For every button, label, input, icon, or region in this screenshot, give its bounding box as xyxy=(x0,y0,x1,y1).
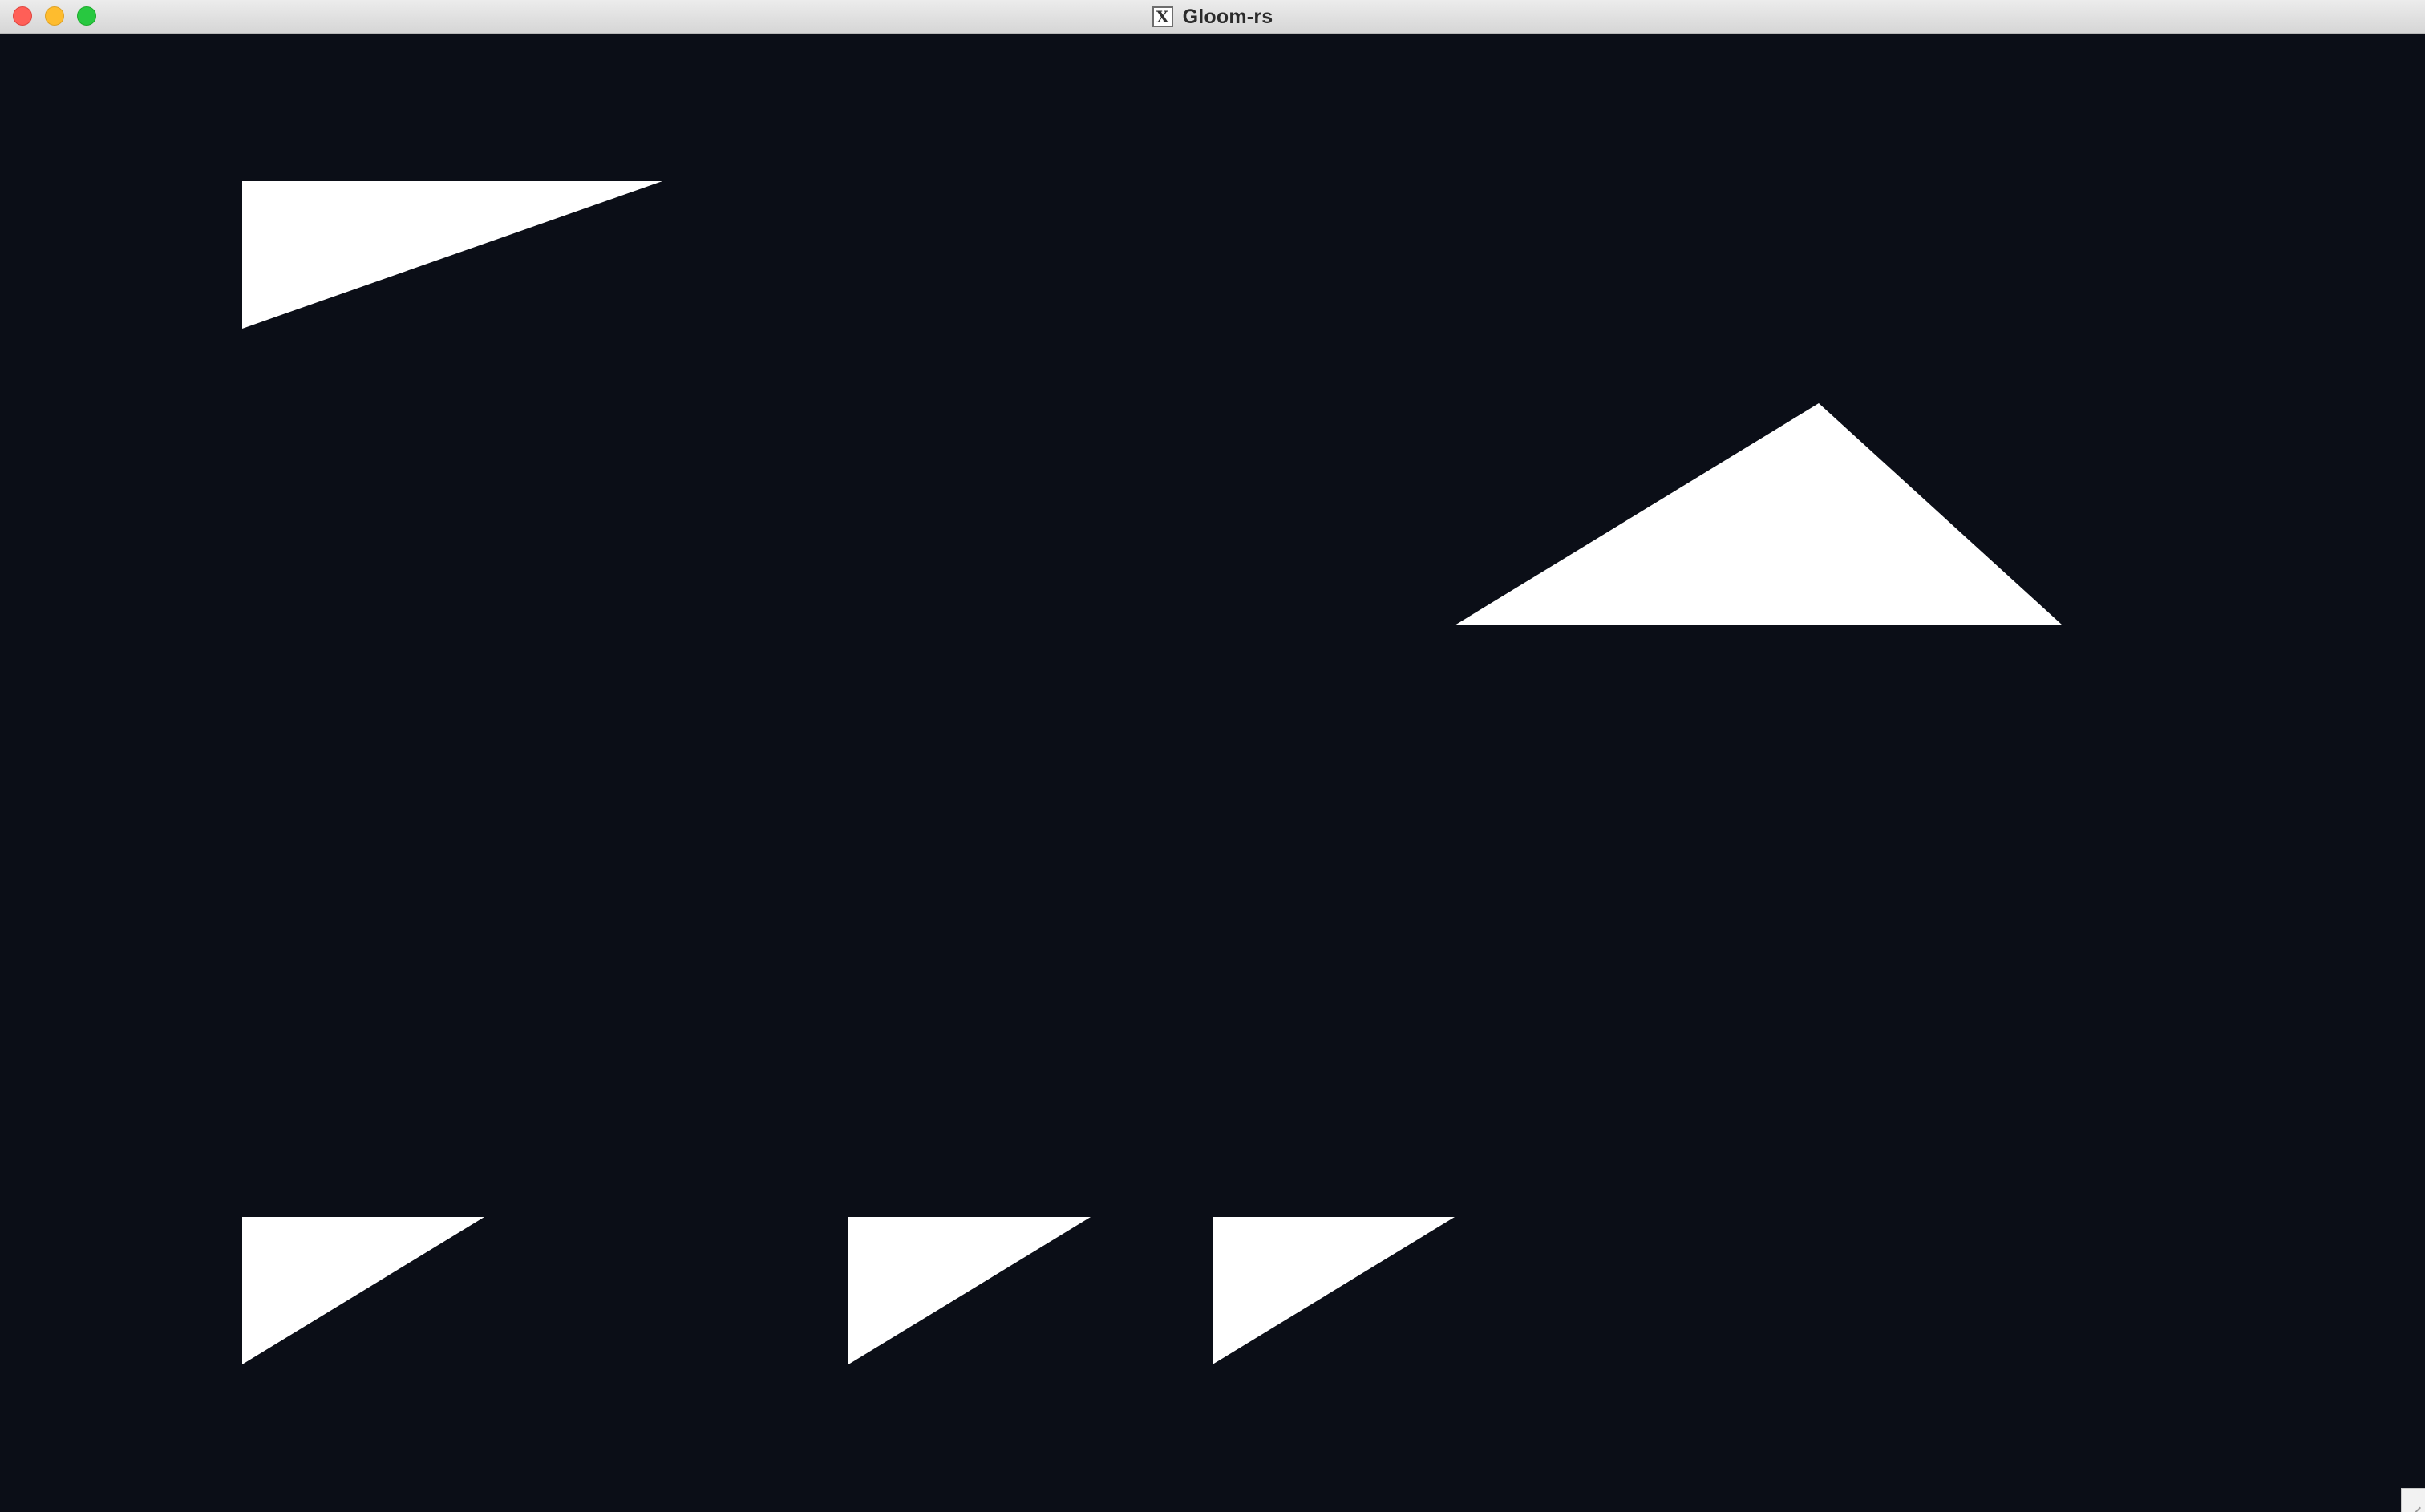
title-group: X Gloom-rs xyxy=(0,0,2425,34)
resize-grip-icon[interactable] xyxy=(2401,1488,2425,1512)
window-title: Gloom-rs xyxy=(1182,5,1273,28)
title-bar[interactable]: X Gloom-rs xyxy=(0,0,2425,34)
scene-svg xyxy=(242,181,2063,1364)
triangle-right-large xyxy=(1455,403,2063,625)
triangle-bottom-left xyxy=(242,1217,484,1364)
x11-app-icon: X xyxy=(1152,6,1173,27)
triangle-bottom-middle xyxy=(848,1217,1091,1364)
render-canvas[interactable] xyxy=(0,34,2425,1512)
triangle-bottom-right xyxy=(1212,1217,1455,1364)
app-window: X Gloom-rs xyxy=(0,0,2425,1512)
triangle-top-left xyxy=(242,181,662,329)
